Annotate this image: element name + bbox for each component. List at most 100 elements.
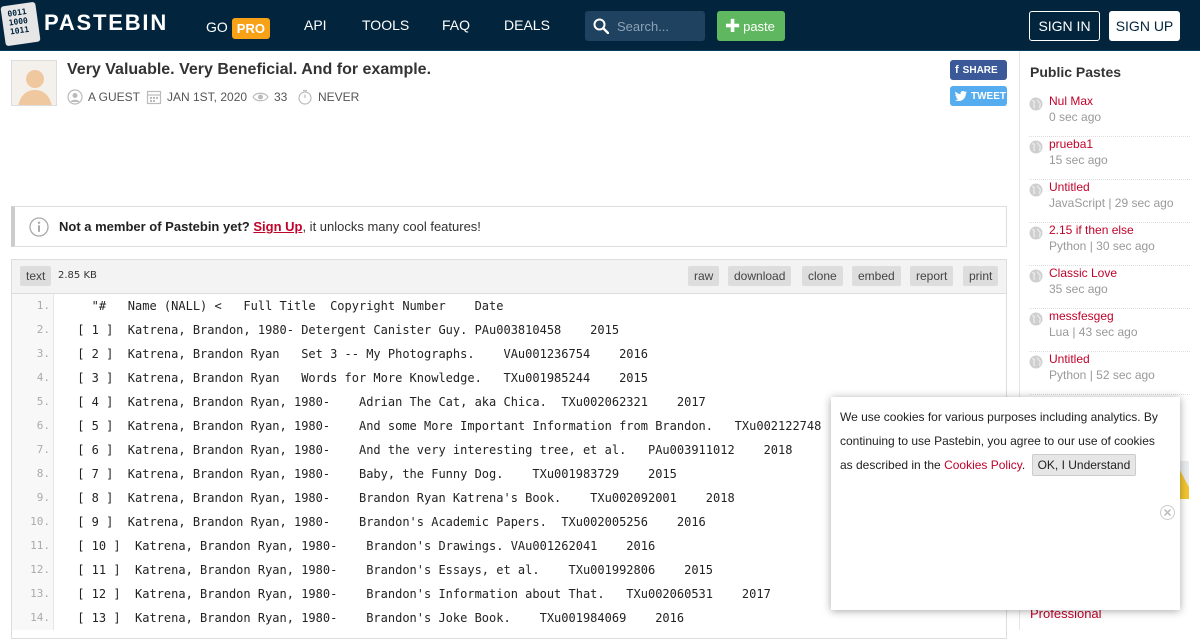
cookie-text-block: We use cookies for various purposes incl… [840, 405, 1170, 477]
code-line-text: [ 6 ] Katrena, Brandon Ryan, 1980- And t… [70, 443, 793, 457]
code-line: 4. [ 3 ] Katrena, Brandon Ryan Words for… [12, 366, 1006, 390]
new-paste-label: paste [743, 18, 775, 34]
logo-badge-icon: 0011 1000 1011 [0, 1, 41, 47]
line-number: 9. [12, 486, 54, 510]
code-line-text: [ 7 ] Katrena, Brandon Ryan, 1980- Baby,… [70, 467, 677, 481]
line-number: 14. [12, 606, 54, 630]
cookies-policy-link[interactable]: Cookies Policy [944, 458, 1022, 472]
raw-button[interactable]: raw [688, 266, 720, 286]
sign-in-button[interactable]: SIGN IN [1029, 11, 1100, 41]
public-paste-name[interactable]: Classic Love [1049, 266, 1117, 280]
line-number: 5. [12, 390, 54, 414]
syntax-tag[interactable]: text [20, 266, 52, 286]
report-button[interactable]: report [910, 266, 954, 286]
code-line-text: [ 12 ] Katrena, Brandon Ryan, 1980- Bran… [70, 587, 771, 601]
code-toolbar: text 2.85 KB raw download clone embed re… [12, 260, 1006, 294]
facebook-icon: f [955, 64, 959, 76]
search-input[interactable] [617, 11, 701, 41]
sign-up-button[interactable]: SIGN UP [1109, 11, 1180, 41]
download-button[interactable]: download [728, 266, 792, 286]
line-number: 7. [12, 438, 54, 462]
new-paste-button[interactable]: ✚ paste [717, 11, 785, 41]
line-number: 10. [12, 510, 54, 534]
public-paste-name[interactable]: Nul Max [1049, 94, 1093, 108]
globe-icon [1029, 183, 1043, 197]
eye-icon [252, 92, 269, 102]
public-paste-item[interactable]: prueba1 15 sec ago [1029, 137, 1190, 180]
code-line-text: [ 13 ] Katrena, Brandon Ryan, 1980- Bran… [70, 611, 685, 625]
public-paste-meta: 15 sec ago [1049, 153, 1108, 167]
embed-button[interactable]: embed [852, 266, 901, 286]
line-number: 2. [12, 318, 54, 342]
clone-button[interactable]: clone [802, 266, 843, 286]
public-paste-meta: 0 sec ago [1049, 110, 1102, 124]
share-label: SHARE [962, 64, 998, 76]
line-number: 11. [12, 534, 54, 558]
public-paste-item[interactable]: 2.15 if then else Python | 30 sec ago [1029, 223, 1190, 266]
signup-notice: Not a member of Pastebin yet? Sign Up, i… [11, 206, 1007, 247]
logo-text: PASTEBIN [44, 9, 169, 35]
globe-icon [1029, 312, 1043, 326]
notice-signup-link[interactable]: Sign Up [253, 219, 302, 234]
public-paste-meta: 35 sec ago [1049, 282, 1108, 296]
paste-expiry-label: NEVER [318, 90, 360, 104]
public-pastes-title: Public Pastes [1030, 64, 1122, 80]
paste-views: 33 [252, 89, 287, 105]
code-line-text: [ 11 ] Katrena, Brandon Ryan, 1980- Bran… [70, 563, 713, 577]
globe-icon [1029, 355, 1043, 369]
paste-views-count: 33 [274, 90, 288, 104]
globe-icon [1029, 97, 1043, 111]
globe-icon [1029, 226, 1043, 240]
paste-expiry: NEVER [297, 89, 359, 105]
cookie-accept-button[interactable]: OK, I Understand [1031, 454, 1137, 476]
public-paste-meta: Python | 30 sec ago [1049, 239, 1155, 253]
nav-api[interactable]: API [304, 17, 327, 33]
facebook-share-button[interactable]: f SHARE [950, 60, 1007, 80]
print-button[interactable]: print [963, 266, 999, 286]
nav-faq[interactable]: FAQ [442, 17, 470, 33]
code-line: 3. [ 2 ] Katrena, Brandon Ryan Set 3 -- … [12, 342, 1006, 366]
code-line-text: [ 8 ] Katrena, Brandon Ryan, 1980- Brand… [70, 491, 735, 505]
code-line: 2. [ 1 ] Katrena, Brandon, 1980- Deterge… [12, 318, 1006, 342]
pastebin-logo[interactable]: 0011 1000 1011 PASTEBIN [0, 1, 169, 47]
public-paste-name[interactable]: Untitled [1049, 180, 1090, 194]
search-box [585, 11, 705, 41]
public-paste-item[interactable]: messfesgeg Lua | 43 sec ago [1029, 309, 1190, 352]
public-paste-name[interactable]: Untitled [1049, 352, 1090, 366]
public-paste-item[interactable]: Classic Love 35 sec ago [1029, 266, 1190, 309]
nav-deals[interactable]: DEALS [504, 17, 550, 33]
guest-avatar [11, 60, 57, 106]
paste-date-label: JAN 1ST, 2020 [167, 90, 248, 104]
public-paste-name[interactable]: 2.15 if then else [1049, 223, 1134, 237]
public-paste-name[interactable]: messfesgeg [1049, 309, 1114, 323]
top-header: 0011 1000 1011 PASTEBIN GO PRO API TOOLS … [0, 0, 1200, 51]
paste-author[interactable]: A GUEST [67, 89, 140, 105]
line-number: 3. [12, 342, 54, 366]
code-line-text: [ 3 ] Katrena, Brandon Ryan Words for Mo… [70, 371, 648, 385]
timer-icon [298, 89, 312, 105]
cookie-text-period: . [1021, 458, 1026, 472]
ad-close-icon[interactable] [1160, 505, 1175, 520]
code-line-text: [ 2 ] Katrena, Brandon Ryan Set 3 -- My … [70, 347, 648, 361]
line-number: 1. [12, 294, 54, 318]
line-number: 6. [12, 414, 54, 438]
tweet-label: TWEET [971, 90, 1006, 102]
calendar-icon [146, 90, 162, 105]
search-icon[interactable] [593, 18, 609, 34]
line-number: 8. [12, 462, 54, 486]
pro-badge: PRO [231, 18, 270, 39]
plus-icon: ✚ [725, 16, 741, 36]
twitter-tweet-button[interactable]: TWEET [950, 86, 1007, 106]
paste-title: Very Valuable. Very Beneficial. And for … [67, 61, 432, 78]
public-paste-item[interactable]: Untitled Python | 52 sec ago [1029, 352, 1190, 395]
public-paste-item[interactable]: Nul Max 0 sec ago [1029, 94, 1190, 137]
line-number: 13. [12, 582, 54, 606]
nav-go-pro[interactable]: GO PRO [206, 17, 270, 39]
public-paste-name[interactable]: prueba1 [1049, 137, 1093, 151]
code-line-text: [ 4 ] Katrena, Brandon Ryan, 1980- Adria… [70, 395, 706, 409]
twitter-bird-icon [955, 91, 967, 101]
line-number: 12. [12, 558, 54, 582]
nav-tools[interactable]: TOOLS [362, 17, 409, 33]
public-paste-item[interactable]: Untitled JavaScript | 29 sec ago [1029, 180, 1190, 223]
user-icon [67, 89, 83, 105]
